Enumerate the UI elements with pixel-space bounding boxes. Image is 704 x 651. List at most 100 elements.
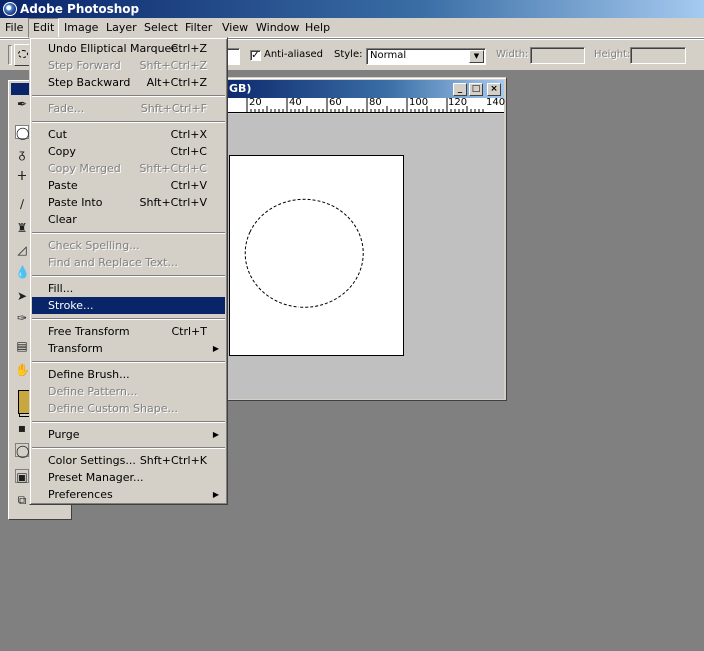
notes-tool-icon[interactable]: ▤ (15, 339, 29, 353)
menu-edit[interactable]: Edit (28, 18, 60, 38)
menu-item-shortcut: Shft+Ctrl+F (140, 102, 207, 115)
document-title-bar[interactable]: GB) _ □ × (213, 80, 504, 98)
menu-item-clear[interactable]: Clear (32, 211, 225, 228)
feather-input[interactable] (226, 48, 240, 65)
menu-item-shortcut: Shft+Ctrl+K (139, 454, 207, 467)
menu-bar: File Edit Image Layer Select Filter View… (0, 18, 704, 38)
menu-help[interactable]: Help (301, 18, 334, 38)
menu-item-purge[interactable]: Purge ▶ (32, 426, 225, 443)
menu-item-label: Preferences (48, 488, 113, 501)
path-select-tool-icon[interactable]: ➤ (15, 289, 29, 303)
menu-item-label: Define Pattern... (48, 385, 138, 398)
feather-icon[interactable]: ✒ (15, 97, 29, 111)
marquee-tool-icon[interactable]: ◯ (15, 125, 29, 140)
menu-item-cut[interactable]: Cut Ctrl+X (32, 126, 225, 143)
menu-item-stroke[interactable]: Stroke... (32, 297, 225, 314)
eraser-tool-icon[interactable]: ◿ (15, 243, 29, 257)
default-colors-icon[interactable]: ▪ (15, 421, 29, 435)
stamp-tool-icon[interactable]: ♜ (15, 221, 29, 235)
menu-item-preferences[interactable]: Preferences ▶ (32, 486, 225, 503)
canvas-area (213, 114, 504, 399)
menu-item-label: Purge (48, 428, 80, 441)
menu-item-label: Fade... (48, 102, 85, 115)
image-canvas[interactable] (229, 155, 404, 356)
style-select-value: Normal (370, 50, 407, 61)
elliptical-marquee-icon (18, 50, 28, 58)
ruler-label: 120 (448, 97, 468, 108)
style-select[interactable]: Normal ▼ (366, 48, 486, 65)
menu-item-paste[interactable]: Paste Ctrl+V (32, 177, 225, 194)
submenu-arrow-icon: ▶ (212, 490, 219, 499)
quick-mask-icon[interactable]: ◯ (15, 443, 29, 458)
menu-item-label: Find and Replace Text... (48, 256, 178, 269)
menu-item-label: Copy Merged (48, 162, 121, 175)
menu-separator (32, 232, 225, 234)
hand-tool-icon[interactable]: ✋ (15, 363, 30, 377)
menu-separator (32, 421, 225, 423)
menu-layer[interactable]: Layer (102, 18, 141, 38)
menu-item-label: Preset Manager... (48, 471, 144, 484)
menu-item-fill[interactable]: Fill... (32, 280, 225, 297)
height-input[interactable] (630, 47, 686, 64)
menu-filter[interactable]: Filter (181, 18, 216, 38)
menu-item-color-settings[interactable]: Color Settings... Shft+Ctrl+K (32, 452, 225, 469)
menu-image[interactable]: Image (60, 18, 102, 38)
menu-item-shortcut: Shft+Ctrl+Z (139, 59, 208, 72)
app-title-bar: Adobe Photoshop (0, 0, 704, 18)
submenu-arrow-icon: ▶ (212, 430, 219, 439)
menu-item-define-pattern[interactable]: Define Pattern... (32, 383, 225, 400)
menu-item-find-and-replace-text[interactable]: Find and Replace Text... (32, 254, 225, 271)
width-input[interactable] (530, 47, 585, 64)
menu-item-preset-manager[interactable]: Preset Manager... (32, 469, 225, 486)
document-window: GB) _ □ × 20 40 60 80 100 120 140 (210, 77, 507, 401)
menu-item-step-forward[interactable]: Step Forward Shft+Ctrl+Z (32, 57, 225, 74)
screen-mode-icon[interactable]: ▣ (15, 469, 29, 484)
menu-item-label: Clear (48, 213, 77, 226)
menu-item-step-backward[interactable]: Step Backward Alt+Ctrl+Z (32, 74, 225, 91)
menu-item-label: Cut (48, 128, 67, 141)
style-label: Style: (334, 49, 363, 60)
menu-item-free-transform[interactable]: Free Transform Ctrl+T (32, 323, 225, 340)
dropdown-arrow-icon[interactable]: ▼ (469, 50, 484, 63)
options-bar-grip[interactable] (8, 45, 12, 65)
app-title: Adobe Photoshop (20, 2, 140, 16)
menu-window[interactable]: Window (252, 18, 303, 38)
maximize-icon[interactable]: □ (469, 83, 483, 96)
brush-tool-icon[interactable]: ∕ (15, 197, 29, 211)
menu-item-copy-merged[interactable]: Copy Merged Shft+Ctrl+C (32, 160, 225, 177)
jump-to-imageready-icon[interactable]: ⧉ (15, 493, 29, 507)
photoshop-logo-icon (3, 2, 17, 16)
minimize-icon[interactable]: _ (453, 83, 467, 96)
elliptical-selection[interactable] (230, 156, 405, 357)
menu-item-shortcut: Alt+Ctrl+Z (146, 76, 207, 89)
menu-file[interactable]: File (1, 18, 27, 38)
menu-item-label: Undo Elliptical Marquee (48, 42, 179, 55)
horizontal-ruler[interactable]: 20 40 60 80 100 120 140 (213, 97, 506, 113)
menu-item-define-custom-shape[interactable]: Define Custom Shape... (32, 400, 225, 417)
menu-item-undo-elliptical-marquee[interactable]: Undo Elliptical Marquee Ctrl+Z (32, 40, 225, 57)
menu-item-label: Step Backward (48, 76, 131, 89)
menu-item-fade[interactable]: Fade... Shft+Ctrl+F (32, 100, 225, 117)
ruler-label: 140 (486, 97, 506, 108)
menu-item-shortcut: Ctrl+T (171, 325, 207, 338)
blur-tool-icon[interactable]: 💧 (15, 265, 30, 279)
menu-item-check-spelling[interactable]: Check Spelling... (32, 237, 225, 254)
pen-tool-icon[interactable]: ✑ (15, 311, 29, 325)
menu-item-transform[interactable]: Transform ▶ (32, 340, 225, 357)
edit-menu-dropdown: Undo Elliptical Marquee Ctrl+Z Step Forwar… (29, 37, 228, 505)
anti-aliased-checkbox[interactable]: ✓ (250, 50, 261, 61)
menu-item-label: Transform (48, 342, 103, 355)
menu-item-label: Free Transform (48, 325, 130, 338)
ruler-label: 100 (409, 97, 429, 108)
menu-view[interactable]: View (218, 18, 252, 38)
menu-item-label: Paste Into (48, 196, 103, 209)
menu-select[interactable]: Select (140, 18, 182, 38)
menu-item-copy[interactable]: Copy Ctrl+C (32, 143, 225, 160)
menu-item-label: Fill... (48, 282, 74, 295)
lasso-tool-icon[interactable]: ᵹ (15, 147, 29, 161)
menu-item-paste-into[interactable]: Paste Into Shft+Ctrl+V (32, 194, 225, 211)
crop-tool-icon[interactable]: ⵜ (15, 169, 29, 183)
menu-item-define-brush[interactable]: Define Brush... (32, 366, 225, 383)
ruler-label: 80 (369, 97, 382, 108)
close-icon[interactable]: × (487, 83, 501, 96)
